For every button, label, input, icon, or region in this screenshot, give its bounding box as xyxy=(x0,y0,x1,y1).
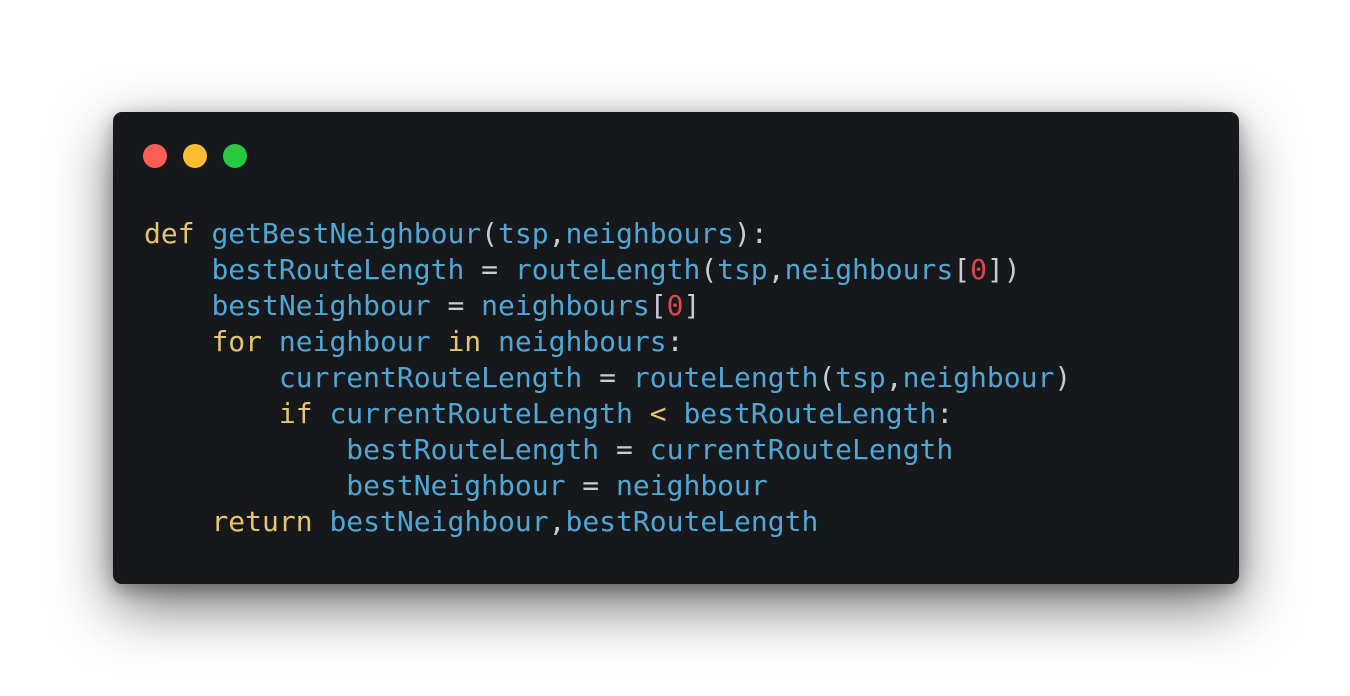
code-token-id: bestNeighbour xyxy=(329,505,549,538)
code-token-kw: for xyxy=(211,325,263,358)
code-token-kw: < xyxy=(649,397,667,430)
code-block: def getBestNeighbour(tsp,neighbours): be… xyxy=(144,216,1071,540)
code-token-p: ] xyxy=(683,289,701,322)
code-token-id: neighbours xyxy=(498,325,667,358)
code-token-kw: in xyxy=(447,325,482,358)
code-token-p: : xyxy=(666,325,684,358)
code-token-id: bestNeighbour xyxy=(346,469,566,502)
code-token-id: neighbour xyxy=(278,325,431,358)
code-token-id: neighbours xyxy=(481,289,650,322)
code-token-p xyxy=(481,325,498,358)
code-line: currentRouteLength = routeLength(tsp,nei… xyxy=(144,360,1071,396)
code-token-kw: if xyxy=(278,397,313,430)
code-token-id: neighbours xyxy=(784,253,954,286)
code-line: bestNeighbour = neighbours[0] xyxy=(144,288,1071,324)
code-token-id: routeLength xyxy=(514,253,701,286)
code-token-id: neighbours xyxy=(565,217,735,250)
code-token-id: getBestNeighbour xyxy=(211,217,482,250)
code-token-p: , xyxy=(885,361,903,394)
code-token-id: currentRouteLength xyxy=(329,397,633,430)
code-line: bestRouteLength = currentRouteLength xyxy=(144,432,1071,468)
code-token-id: tsp xyxy=(835,361,886,394)
code-token-p xyxy=(431,325,448,358)
code-token-kw: def xyxy=(144,217,195,250)
code-token-p xyxy=(313,505,330,538)
window-controls xyxy=(143,144,247,168)
code-token-p: [ xyxy=(953,253,971,286)
code-line: return bestNeighbour,bestRouteLength xyxy=(144,504,1071,540)
code-token-p: ( xyxy=(481,217,499,250)
code-token-p: [ xyxy=(649,289,667,322)
code-token-num: 0 xyxy=(970,253,987,286)
code-token-p: , xyxy=(767,253,785,286)
code-token-p: , xyxy=(548,505,566,538)
code-token-op: = xyxy=(599,433,650,466)
code-token-id: tsp xyxy=(717,253,768,286)
code-token-id: neighbour xyxy=(902,361,1055,394)
code-token-p: : xyxy=(936,397,954,430)
code-token-id: bestRouteLength xyxy=(565,505,819,538)
code-token-id: bestRouteLength xyxy=(346,433,600,466)
code-token-p: ): xyxy=(734,217,768,250)
code-token-op: = xyxy=(464,253,515,286)
code-token-p: ) xyxy=(1054,361,1072,394)
code-token-op: = xyxy=(565,469,617,502)
code-token-p: ( xyxy=(700,253,718,286)
code-token-kw: return xyxy=(211,505,313,538)
code-token-num: 0 xyxy=(666,289,684,322)
maximize-dot-icon[interactable] xyxy=(223,144,247,168)
code-token-p xyxy=(262,325,279,358)
code-line: for neighbour in neighbours: xyxy=(144,324,1071,360)
code-token-id: bestNeighbour xyxy=(211,289,431,322)
code-line: bestRouteLength = routeLength(tsp,neighb… xyxy=(144,252,1071,288)
code-token-p: ]) xyxy=(986,253,1021,286)
code-line: if currentRouteLength < bestRouteLength: xyxy=(144,396,1071,432)
code-token-p xyxy=(313,397,330,430)
code-token-id: bestRouteLength xyxy=(683,397,937,430)
code-token-id: currentRouteLength xyxy=(278,361,583,394)
code-token-op: = xyxy=(582,361,633,394)
code-token-id: bestRouteLength xyxy=(211,253,465,286)
code-token-id: neighbour xyxy=(616,469,768,502)
code-token-p: , xyxy=(548,217,566,250)
code-token-p xyxy=(195,217,212,250)
code-window: def getBestNeighbour(tsp,neighbours): be… xyxy=(113,112,1239,584)
code-line: bestNeighbour = neighbour xyxy=(144,468,1071,504)
minimize-dot-icon[interactable] xyxy=(183,144,207,168)
code-token-id: routeLength xyxy=(632,361,819,394)
code-token-id: currentRouteLength xyxy=(649,433,954,466)
close-dot-icon[interactable] xyxy=(143,144,167,168)
code-token-op xyxy=(667,397,684,430)
code-token-p: ( xyxy=(818,361,836,394)
code-token-op xyxy=(633,397,650,430)
code-token-op: = xyxy=(430,289,482,322)
code-line: def getBestNeighbour(tsp,neighbours): xyxy=(144,216,1071,252)
code-token-id: tsp xyxy=(498,217,549,250)
